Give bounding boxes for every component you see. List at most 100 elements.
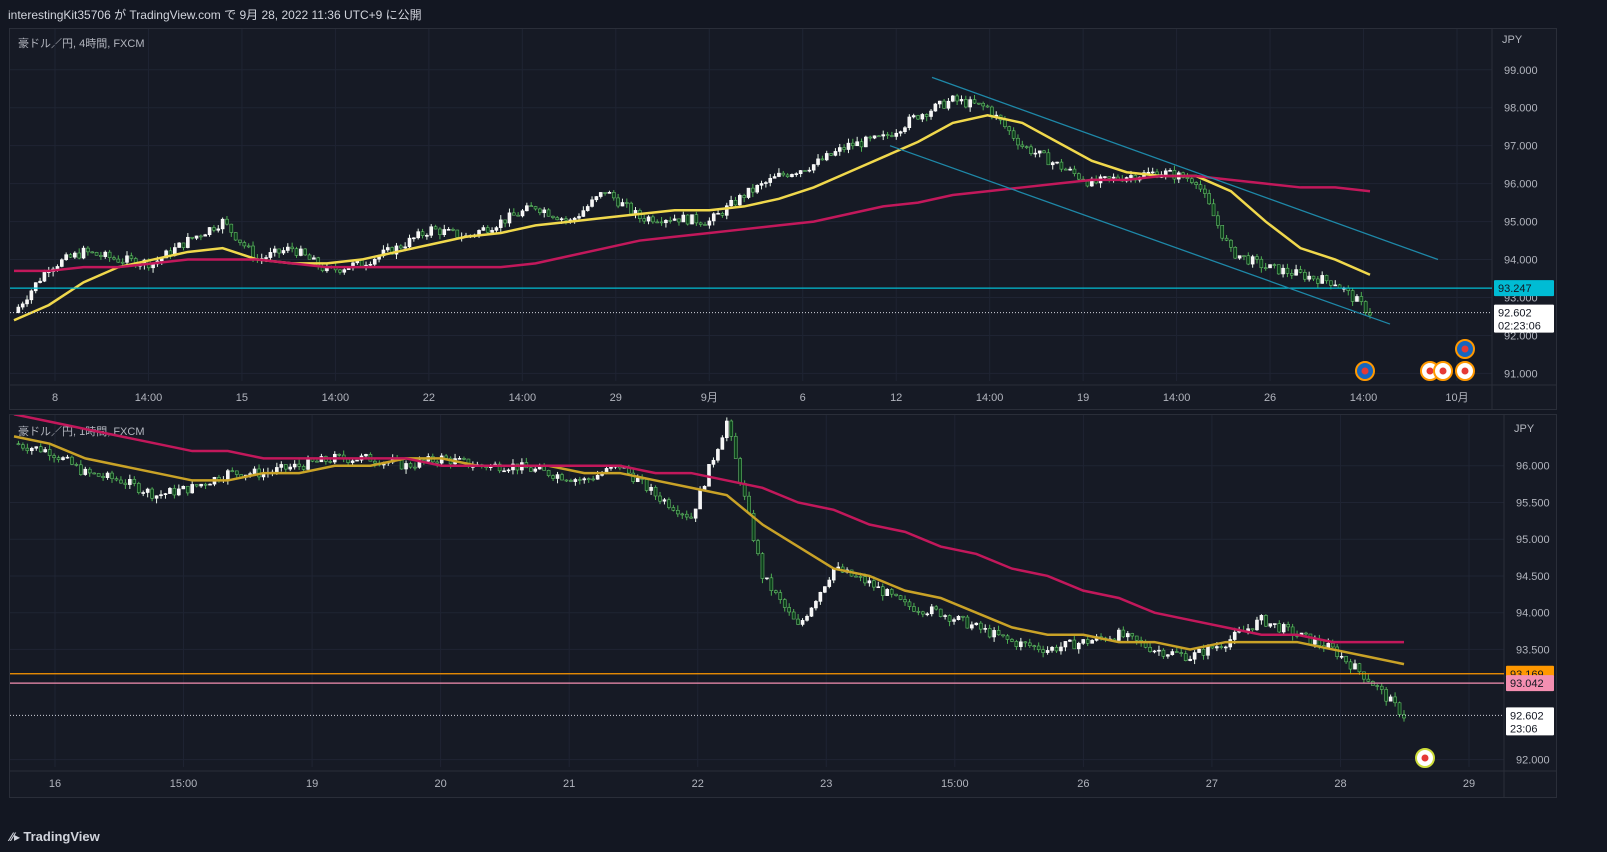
candle-body (1125, 633, 1130, 638)
candle-body (898, 595, 903, 600)
candle-body (555, 474, 560, 479)
economic-event-icon[interactable] (1455, 339, 1475, 359)
candle-body (716, 212, 720, 215)
candle-body (644, 479, 649, 491)
candle-body (655, 221, 660, 224)
economic-event-icon[interactable] (1415, 748, 1435, 768)
y-tick-label: 94.000 (1516, 608, 1550, 620)
candle-body (711, 459, 716, 465)
candle-body (1050, 646, 1054, 651)
candle-body (1232, 631, 1237, 640)
candle-body (921, 611, 925, 615)
candle-body (1148, 646, 1152, 652)
price-chart-4h[interactable]: 99.00098.00097.00096.00095.00094.00093.0… (10, 29, 1556, 409)
candle-body (163, 493, 168, 495)
candle-body (768, 177, 773, 183)
candle-body (1264, 615, 1268, 627)
price-chart-1h[interactable]: 96.000 95.500 95.000 94.500 94.000 93.500 92.0… (10, 415, 1556, 797)
candle-body (858, 576, 863, 578)
candle-body (925, 613, 930, 616)
candle-body (1134, 635, 1139, 641)
candle-body (190, 484, 195, 494)
chart-panel-1h[interactable]: 豪ドル／円, 1時間, FXCM JPY 96.000 95.500 95.000 9… (9, 414, 1557, 798)
candle-body (959, 99, 964, 102)
candle-body (894, 593, 898, 596)
candle-body (1229, 239, 1233, 248)
candle-body (297, 463, 301, 467)
candle-body (1161, 649, 1166, 657)
candle-body (611, 191, 616, 199)
candle-body (1281, 267, 1285, 275)
candle-body (194, 484, 199, 487)
candle-body (199, 483, 203, 487)
economic-event-icon[interactable] (1355, 361, 1375, 381)
candle-body (20, 303, 25, 308)
candle-body (207, 227, 212, 236)
candle-body (177, 242, 181, 248)
candle-body (791, 611, 796, 620)
candle-body (582, 478, 587, 481)
candle-body (965, 616, 970, 629)
candle-body (312, 257, 316, 260)
economic-event-icon[interactable] (1455, 361, 1475, 381)
candle-body (1206, 645, 1210, 656)
x-tick-label: 8 (52, 392, 58, 404)
candle-body (399, 459, 404, 470)
candle-body (1185, 177, 1190, 179)
candle-body (680, 513, 685, 516)
candle-body (577, 216, 581, 219)
candle-body (651, 216, 655, 223)
candle-body (77, 252, 81, 259)
candle-body (829, 153, 833, 156)
candle-body (114, 478, 119, 481)
price-badge-value: 93.042 (1510, 678, 1544, 690)
candle-body (1003, 119, 1007, 127)
candle-body (595, 475, 600, 480)
candle-body (286, 246, 290, 251)
candle-body (1311, 275, 1316, 280)
candle-body (1329, 280, 1333, 286)
candle-body (516, 214, 520, 217)
candle-body (916, 115, 920, 120)
candle-body (1041, 649, 1045, 653)
candle-body (1036, 645, 1041, 651)
candle-body (782, 599, 787, 608)
candle-body (65, 456, 70, 459)
economic-event-icon[interactable] (1433, 361, 1453, 381)
candle-body (585, 206, 590, 211)
candle-body (512, 212, 516, 216)
candle-body (1307, 275, 1311, 280)
candle-body (820, 158, 825, 161)
candle-body (671, 507, 676, 511)
candle-body (1005, 635, 1010, 640)
candle-body (338, 269, 342, 273)
candle-body (238, 239, 242, 243)
candle-body (542, 466, 546, 471)
candle-body (803, 170, 807, 172)
candle-body (1379, 685, 1384, 690)
candle-body (1353, 663, 1357, 670)
chart-panel-4h[interactable]: 豪ドル／円, 4時間, FXCM JPY 99.000 98.000 97.000 9… (9, 28, 1557, 410)
candle-body (924, 114, 929, 117)
candle-body (707, 220, 712, 226)
candle-body (807, 169, 812, 172)
candle-body (38, 280, 42, 283)
candle-body (154, 495, 159, 499)
candle-body (885, 134, 890, 136)
candle-body (1054, 646, 1059, 652)
candle-body (868, 136, 872, 139)
candle-body (529, 205, 533, 208)
price-badge-value: 92.602 (1510, 710, 1544, 722)
candle-body (907, 601, 912, 607)
candle-body (1285, 267, 1290, 274)
candle-body (716, 449, 720, 461)
candle-body (937, 100, 942, 105)
candle-body (136, 483, 141, 493)
channel-upper-line[interactable] (931, 76, 1439, 261)
candle-body (328, 461, 333, 463)
price-badge-value: 92.602 (1498, 308, 1532, 320)
candle-body (442, 229, 447, 235)
candle-body (70, 456, 74, 465)
x-tick-label: 14:00 (976, 392, 1004, 404)
candle-body (30, 447, 34, 452)
